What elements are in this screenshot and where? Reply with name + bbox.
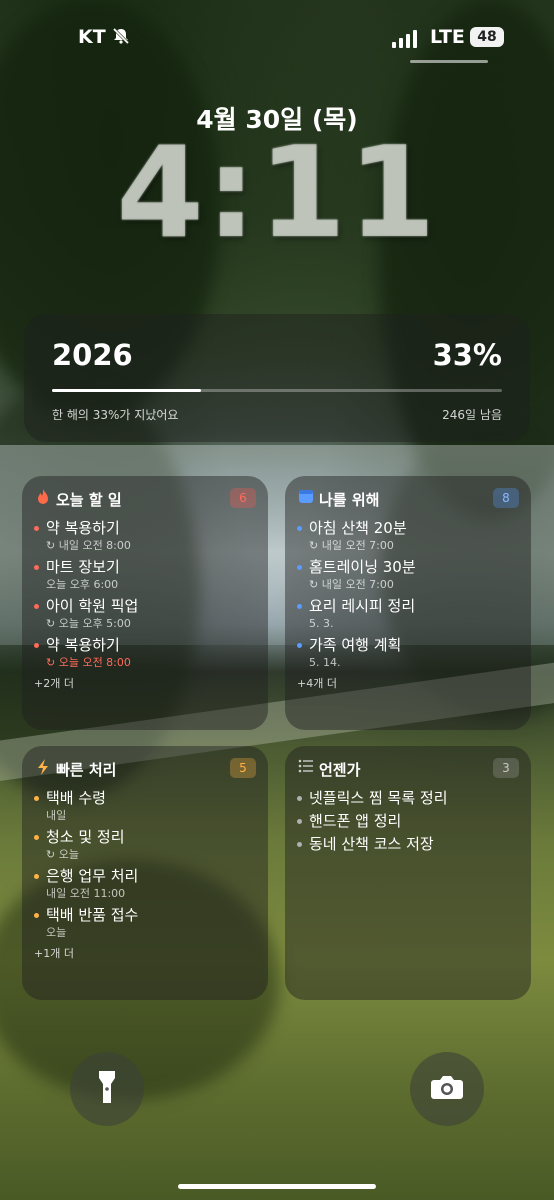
control-center-indicator[interactable] bbox=[410, 60, 488, 63]
item-text: 은행 업무 처리 bbox=[46, 867, 139, 885]
item-text: 홈트레이닝 30분 bbox=[309, 558, 416, 576]
list-item[interactable]: 넷플릭스 찜 목록 정리 bbox=[297, 788, 521, 808]
silent-bell-icon bbox=[112, 27, 130, 49]
item-sub: ↻ 내일 오전 8:00 bbox=[46, 539, 131, 552]
bullet-dot bbox=[34, 874, 39, 879]
flashlight-icon bbox=[96, 1069, 118, 1109]
list-item[interactable]: 청소 및 정리 ↻ 오늘 bbox=[34, 827, 258, 863]
list-item[interactable]: 택배 수령내일 bbox=[34, 788, 258, 824]
item-sub: ↻ 오늘 bbox=[46, 848, 79, 861]
item-text: 청소 및 정리 bbox=[46, 828, 125, 846]
flame-icon bbox=[34, 488, 52, 510]
card-count-badge: 5 bbox=[230, 758, 256, 778]
item-sub: 내일 bbox=[46, 809, 67, 822]
list-item[interactable]: 약 복용하기 ↻ 오늘 오전 8:00 bbox=[34, 635, 258, 671]
more-link[interactable]: +1개 더 bbox=[34, 945, 258, 961]
bullet-dot bbox=[34, 643, 39, 648]
item-sub: ↻ 오늘 오전 8:00 bbox=[46, 656, 131, 669]
carrier-label: KT bbox=[78, 26, 106, 48]
bullet-dot bbox=[34, 565, 39, 570]
list-item[interactable]: 택배 반품 접수오늘 bbox=[34, 905, 258, 941]
camera-button[interactable] bbox=[410, 1052, 484, 1126]
status-bar: KT LTE 48 bbox=[0, 26, 554, 52]
item-text: 가족 여행 계획 bbox=[309, 636, 402, 654]
item-text: 동네 산책 코스 저장 bbox=[309, 835, 434, 853]
bullet-dot bbox=[34, 913, 39, 918]
year-progress-fill bbox=[52, 389, 201, 392]
year-progress-bar bbox=[52, 389, 502, 392]
card-quick-tasks[interactable]: 빠른 처리 5 택배 수령 내일 청소 및 정리 ↻ 오늘 은행 업무 처리 내일 오… bbox=[22, 746, 268, 1000]
bullet-dot bbox=[34, 796, 39, 801]
list-item[interactable]: 은행 업무 처리내일 오전 11:00 bbox=[34, 866, 258, 902]
card-count-badge: 8 bbox=[493, 488, 519, 508]
calendar-icon bbox=[297, 488, 315, 508]
item-text: 마트 장보기 bbox=[46, 558, 120, 576]
item-sub: 5. 14. bbox=[309, 656, 341, 669]
item-text: 택배 수령 bbox=[46, 789, 106, 807]
year-label: 2026 bbox=[52, 338, 133, 372]
card-title: 빠른 처리 bbox=[56, 761, 117, 779]
bullet-dot bbox=[34, 835, 39, 840]
more-link[interactable]: +2개 더 bbox=[34, 675, 258, 691]
year-days-remaining: 246일 남음 bbox=[442, 408, 502, 422]
list-item[interactable]: 아침 산책 20분 ↻ 내일 오전 7:00 bbox=[297, 518, 521, 554]
list-item[interactable]: 동네 산책 코스 저장 bbox=[297, 834, 521, 854]
item-text: 택배 반품 접수 bbox=[46, 906, 139, 924]
card-count-badge: 3 bbox=[493, 758, 519, 778]
item-text: 아이 학원 픽업 bbox=[46, 597, 139, 615]
list-icon bbox=[297, 758, 315, 777]
item-text: 약 복용하기 bbox=[46, 636, 120, 654]
list-item[interactable]: 요리 레시피 정리 5. 3. bbox=[297, 596, 521, 632]
card-title: 언젠가 bbox=[319, 761, 361, 779]
bullet-dot bbox=[34, 604, 39, 609]
camera-icon bbox=[430, 1074, 464, 1104]
list-item[interactable]: 홈트레이닝 30분 ↻ 내일 오전 7:00 bbox=[297, 557, 521, 593]
year-progress-note: 한 해의 33%가 지났어요 bbox=[52, 408, 179, 422]
card-for-me[interactable]: 나를 위해 8 아침 산책 20분 ↻ 내일 오전 7:00 홈트레이닝 30분 ↻… bbox=[285, 476, 531, 730]
card-someday[interactable]: 언젠가 3 넷플릭스 찜 목록 정리 핸드폰 앱 정리 동네 산책 코스 저장 bbox=[285, 746, 531, 1000]
item-sub: ↻ 내일 오전 7:00 bbox=[309, 539, 394, 552]
item-text: 넷플릭스 찜 목록 정리 bbox=[309, 789, 448, 807]
list-item[interactable]: 마트 장보기오늘 오후 6:00 bbox=[34, 557, 258, 593]
year-progress-widget[interactable]: 2026 33% 한 해의 33%가 지났어요 246일 남음 bbox=[24, 314, 530, 442]
list-item[interactable]: 핸드폰 앱 정리 bbox=[297, 811, 521, 831]
lock-time: 4:11 bbox=[116, 119, 438, 266]
network-type-label: LTE bbox=[430, 26, 465, 48]
flashlight-button[interactable] bbox=[70, 1052, 144, 1126]
card-count-badge: 6 bbox=[230, 488, 256, 508]
bullet-dot bbox=[34, 526, 39, 531]
bullet-dot bbox=[297, 842, 302, 847]
bullet-dot bbox=[297, 604, 302, 609]
more-link[interactable]: +4개 더 bbox=[297, 675, 521, 691]
item-sub: 오늘 오후 6:00 bbox=[46, 578, 119, 591]
item-sub: ↻ 오늘 오후 5:00 bbox=[46, 617, 131, 630]
list-item[interactable]: 약 복용하기 ↻ 내일 오전 8:00 bbox=[34, 518, 258, 554]
item-sub: 내일 오전 11:00 bbox=[46, 887, 126, 900]
item-text: 핸드폰 앱 정리 bbox=[309, 812, 402, 830]
item-sub: ↻ 내일 오전 7:00 bbox=[309, 578, 394, 591]
battery-icon: 48 bbox=[470, 27, 504, 47]
bullet-dot bbox=[297, 819, 302, 824]
card-title: 오늘 할 일 bbox=[56, 491, 122, 509]
list-item[interactable]: 아이 학원 픽업 ↻ 오늘 오후 5:00 bbox=[34, 596, 258, 632]
bullet-dot bbox=[297, 796, 302, 801]
item-text: 약 복용하기 bbox=[46, 519, 120, 537]
item-sub: 오늘 bbox=[46, 926, 67, 939]
lightning-icon bbox=[34, 758, 52, 780]
cellular-signal-icon bbox=[392, 30, 417, 48]
item-sub: 5. 3. bbox=[309, 617, 334, 630]
list-item[interactable]: 가족 여행 계획 5. 14. bbox=[297, 635, 521, 671]
bullet-dot bbox=[297, 526, 302, 531]
item-text: 요리 레시피 정리 bbox=[309, 597, 416, 615]
card-title: 나를 위해 bbox=[319, 491, 380, 509]
bullet-dot bbox=[297, 643, 302, 648]
home-indicator[interactable] bbox=[178, 1184, 376, 1189]
item-text: 아침 산책 20분 bbox=[309, 519, 407, 537]
year-percent: 33% bbox=[432, 338, 502, 372]
bullet-dot bbox=[297, 565, 302, 570]
card-today-todo[interactable]: 오늘 할 일 6 약 복용하기 ↻ 내일 오전 8:00 마트 장보기오늘 오후 … bbox=[22, 476, 268, 730]
